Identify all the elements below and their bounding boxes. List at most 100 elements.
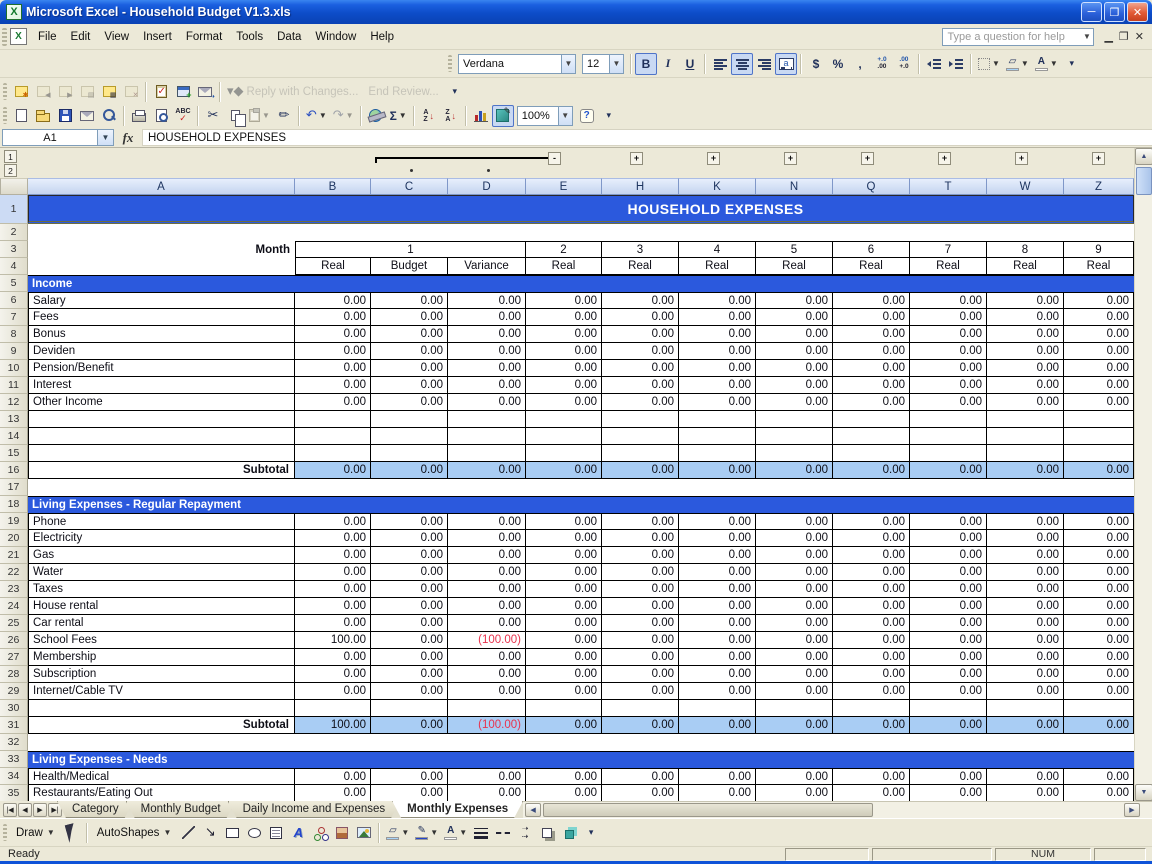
- decrease-decimal-button[interactable]: .00 +.0: [893, 53, 915, 75]
- value-cell[interactable]: 0.00: [910, 360, 987, 377]
- value-cell[interactable]: [526, 411, 602, 428]
- value-cell[interactable]: 0.00: [371, 785, 448, 801]
- expand-group-button-N[interactable]: +: [784, 152, 797, 165]
- increase-indent-button[interactable]: [945, 53, 967, 75]
- value-cell[interactable]: 0.00: [448, 768, 526, 785]
- value-cell[interactable]: 0.00: [295, 615, 371, 632]
- row-header-10[interactable]: 10: [0, 360, 28, 377]
- value-cell[interactable]: 0.00: [1064, 649, 1134, 666]
- value-cell[interactable]: 0.00: [910, 598, 987, 615]
- category-label-cell[interactable]: Fees: [28, 309, 295, 326]
- value-cell[interactable]: 0.00: [448, 598, 526, 615]
- previous-comment-button[interactable]: [32, 81, 54, 103]
- scroll-left-button[interactable]: ◀: [525, 803, 542, 817]
- row-header-25[interactable]: 25: [0, 615, 28, 632]
- value-cell[interactable]: 0.00: [987, 292, 1064, 309]
- grid-cell[interactable]: [28, 258, 295, 275]
- formula-input[interactable]: HOUSEHOLD EXPENSES: [142, 129, 1152, 146]
- value-cell[interactable]: 0.00: [679, 292, 756, 309]
- value-cell[interactable]: 0.00: [602, 615, 679, 632]
- help-button[interactable]: ?: [576, 105, 598, 127]
- column-subheader-cell[interactable]: Budget: [371, 258, 448, 275]
- value-cell[interactable]: 0.00: [756, 717, 833, 734]
- value-cell[interactable]: [1064, 428, 1134, 445]
- blank-row-space[interactable]: [28, 224, 1134, 241]
- value-cell[interactable]: 0.00: [295, 309, 371, 326]
- value-cell[interactable]: 0.00: [679, 377, 756, 394]
- value-cell[interactable]: 0.00: [987, 615, 1064, 632]
- menu-format[interactable]: Format: [179, 28, 229, 46]
- chart-wizard-button[interactable]: [470, 105, 492, 127]
- row-header-28[interactable]: 28: [0, 666, 28, 683]
- value-cell[interactable]: 0.00: [526, 666, 602, 683]
- percent-button[interactable]: %: [827, 53, 849, 75]
- value-cell[interactable]: 0.00: [756, 564, 833, 581]
- insert-clipart-button[interactable]: [331, 822, 353, 844]
- chevron-down-icon[interactable]: ▼: [1021, 59, 1029, 68]
- chevron-down-icon[interactable]: ▼: [459, 828, 467, 837]
- value-cell[interactable]: 0.00: [987, 581, 1064, 598]
- font-size-combo[interactable]: 12 ▼: [579, 53, 627, 75]
- value-cell[interactable]: 0.00: [371, 666, 448, 683]
- value-cell[interactable]: 0.00: [371, 717, 448, 734]
- value-cell[interactable]: 0.00: [910, 343, 987, 360]
- value-cell[interactable]: 0.00: [910, 326, 987, 343]
- value-cell[interactable]: [602, 428, 679, 445]
- insert-wordart-button[interactable]: A: [287, 822, 309, 844]
- value-cell[interactable]: 0.00: [987, 360, 1064, 377]
- dash-style-button[interactable]: [492, 822, 514, 844]
- scroll-up-button[interactable]: ▲: [1135, 148, 1152, 165]
- column-header-B[interactable]: B: [295, 178, 371, 195]
- scroll-down-button[interactable]: ▼: [1135, 784, 1152, 801]
- value-cell[interactable]: 0.00: [987, 377, 1064, 394]
- toolbar-options-button[interactable]: ▾: [580, 822, 602, 844]
- value-cell[interactable]: 0.00: [1064, 717, 1134, 734]
- column-header-K[interactable]: K: [679, 178, 756, 195]
- row-header-3[interactable]: 3: [0, 241, 28, 258]
- value-cell[interactable]: 0.00: [602, 462, 679, 479]
- row-header-19[interactable]: 19: [0, 513, 28, 530]
- value-cell[interactable]: 0.00: [1064, 683, 1134, 700]
- row-header-31[interactable]: 31: [0, 717, 28, 734]
- value-cell[interactable]: 0.00: [295, 394, 371, 411]
- value-cell[interactable]: 0.00: [295, 513, 371, 530]
- value-cell[interactable]: 0.00: [448, 377, 526, 394]
- value-cell[interactable]: 0.00: [910, 581, 987, 598]
- value-cell[interactable]: [679, 411, 756, 428]
- value-cell[interactable]: 0.00: [295, 530, 371, 547]
- month-number-cell[interactable]: 2: [526, 241, 602, 258]
- new-comment-button[interactable]: [10, 81, 32, 103]
- category-label-cell[interactable]: [28, 445, 295, 462]
- value-cell[interactable]: 0.00: [833, 343, 910, 360]
- value-cell[interactable]: 0.00: [833, 632, 910, 649]
- value-cell[interactable]: [910, 445, 987, 462]
- align-center-button[interactable]: [731, 52, 753, 75]
- select-all-corner[interactable]: [0, 178, 28, 195]
- value-cell[interactable]: [833, 700, 910, 717]
- value-cell[interactable]: 0.00: [987, 309, 1064, 326]
- value-cell[interactable]: 0.00: [448, 513, 526, 530]
- value-cell[interactable]: 0.00: [371, 343, 448, 360]
- value-cell[interactable]: 0.00: [833, 547, 910, 564]
- row-header-26[interactable]: 26: [0, 632, 28, 649]
- value-cell[interactable]: 0.00: [833, 360, 910, 377]
- column-header-H[interactable]: H: [602, 178, 679, 195]
- end-review-button[interactable]: End Review...: [363, 81, 443, 103]
- text-box-button[interactable]: [265, 822, 287, 844]
- value-cell[interactable]: [910, 411, 987, 428]
- oval-button[interactable]: [243, 822, 265, 844]
- value-cell[interactable]: [833, 445, 910, 462]
- value-cell[interactable]: [448, 445, 526, 462]
- spelling-button[interactable]: ABC ✓: [172, 105, 194, 127]
- value-cell[interactable]: 0.00: [602, 530, 679, 547]
- value-cell[interactable]: 0.00: [910, 377, 987, 394]
- value-cell[interactable]: 0.00: [1064, 547, 1134, 564]
- value-cell[interactable]: 0.00: [448, 547, 526, 564]
- sheet-tab-daily-income-and-expenses[interactable]: Daily Income and Expenses: [228, 801, 401, 818]
- menu-view[interactable]: View: [97, 28, 136, 46]
- value-cell[interactable]: 0.00: [371, 513, 448, 530]
- collapse-group-button[interactable]: -: [548, 152, 561, 165]
- value-cell[interactable]: 0.00: [1064, 462, 1134, 479]
- value-cell[interactable]: 0.00: [526, 649, 602, 666]
- value-cell[interactable]: 0.00: [679, 326, 756, 343]
